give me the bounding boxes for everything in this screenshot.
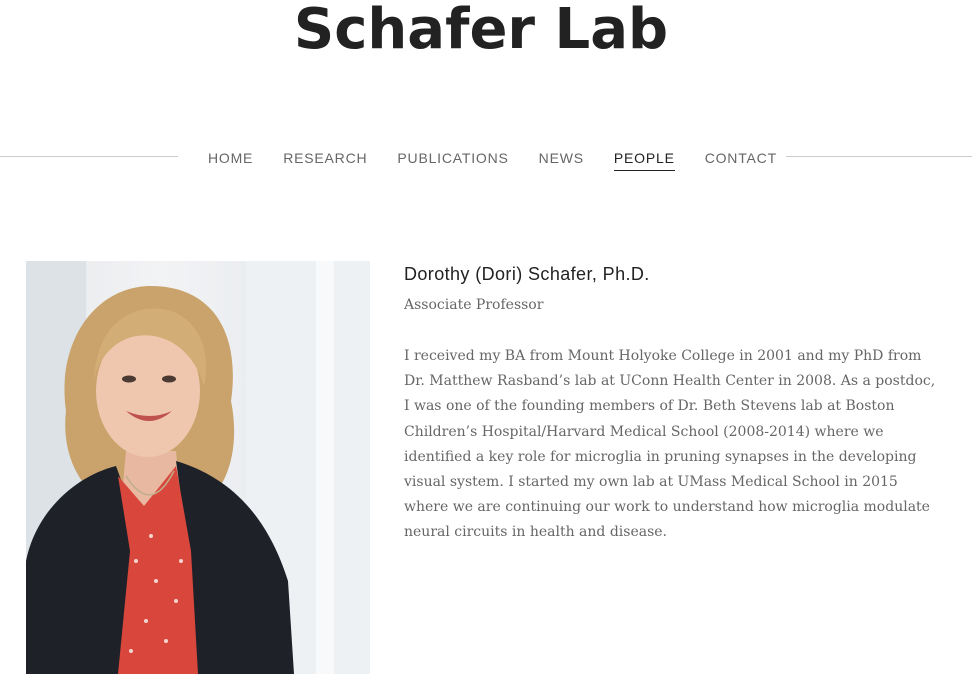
nav-contact[interactable]: CONTACT (690, 148, 792, 168)
nav-publications[interactable]: PUBLICATIONS (382, 148, 523, 168)
nav-divider-right (786, 156, 972, 157)
nav-people[interactable]: PEOPLE (599, 148, 690, 171)
nav-people-label: PEOPLE (613, 150, 675, 166)
nav-home[interactable]: HOME (193, 148, 268, 168)
site-title[interactable]: Schafer Lab (0, 0, 962, 66)
profile-photo (26, 261, 370, 674)
portrait-illustration (26, 261, 370, 674)
active-underline (613, 170, 675, 171)
person-role: Associate Professor (404, 297, 544, 313)
nav-research[interactable]: RESEARCH (268, 148, 382, 168)
person-bio: I received my BA from Mount Holyoke Coll… (404, 348, 936, 541)
nav-news[interactable]: NEWS (524, 148, 599, 168)
person-name: Dorothy (Dori) Schafer, Ph.D. (404, 264, 650, 284)
main-nav: HOME RESEARCH PUBLICATIONS NEWS PEOPLE C… (193, 148, 792, 171)
nav-divider-left (0, 156, 178, 157)
